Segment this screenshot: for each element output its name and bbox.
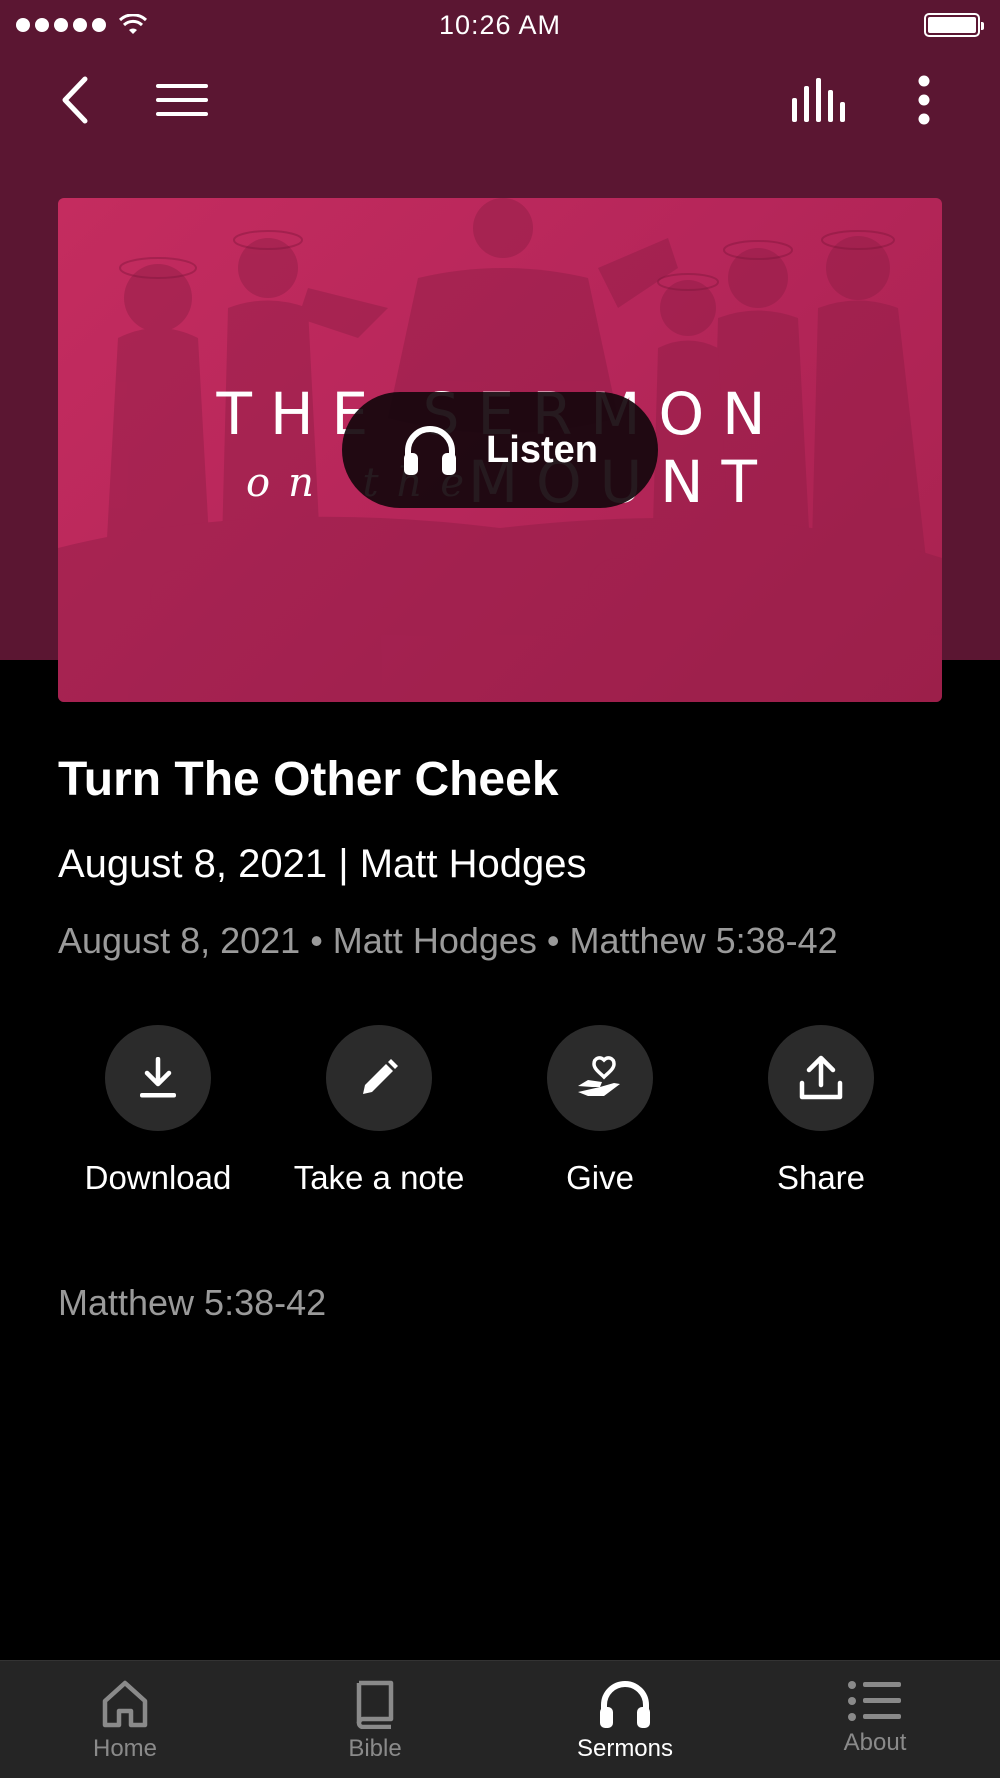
nav-bar — [0, 60, 1000, 140]
home-icon — [102, 1680, 148, 1728]
sermon-subtitle: August 8, 2021 | Matt Hodges — [58, 842, 587, 886]
tab-about[interactable]: About — [750, 1661, 1000, 1778]
share-label: Share — [776, 1159, 866, 1196]
back-button[interactable] — [34, 60, 114, 140]
list-icon — [848, 1681, 901, 1721]
scripture-reference[interactable]: Matthew 5:38-42 — [58, 1282, 326, 1324]
tab-bible-label: Bible — [348, 1735, 402, 1762]
give-circle[interactable] — [547, 1025, 653, 1131]
download-circle[interactable] — [105, 1025, 211, 1131]
take-note-circle[interactable] — [326, 1025, 432, 1131]
tab-sermons-label: Sermons — [576, 1735, 674, 1762]
take-note-label: Take a note — [293, 1159, 465, 1196]
listen-label: Listen — [486, 428, 598, 471]
share-icon — [799, 1055, 843, 1100]
pencil-icon — [363, 1059, 398, 1094]
hamburger-icon — [156, 84, 208, 116]
back-chevron-icon — [62, 76, 88, 124]
battery-icon — [924, 13, 984, 37]
headphones-icon — [600, 1681, 650, 1728]
audio-bars-icon — [792, 78, 845, 122]
action-row: Download Take a note Give Share — [58, 1025, 942, 1205]
sermon-meta: August 8, 2021 • Matt Hodges • Matthew 5… — [58, 920, 838, 961]
share-button[interactable]: Share — [721, 1025, 921, 1197]
download-icon — [140, 1057, 176, 1098]
menu-button[interactable] — [142, 60, 222, 140]
sermon-title: Turn The Other Cheek — [58, 753, 559, 806]
tab-bible[interactable]: Bible — [250, 1661, 500, 1778]
download-button[interactable]: Download — [58, 1025, 258, 1197]
tab-home-label: Home — [92, 1735, 158, 1762]
status-bar: 10:26 AM — [0, 0, 1000, 50]
listen-button[interactable]: Listen — [342, 392, 658, 508]
screen: 10:26 AM THE on Listen Turn The Other Ch… — [0, 0, 1000, 1778]
give-button[interactable]: Give — [500, 1025, 700, 1197]
tab-sermons[interactable]: Sermons — [500, 1661, 750, 1778]
book-icon — [356, 1680, 394, 1729]
take-note-button[interactable]: Take a note — [279, 1025, 479, 1197]
give-heart-hand-icon — [578, 1056, 620, 1096]
more-vertical-icon — [918, 75, 930, 125]
download-label: Download — [84, 1159, 232, 1196]
more-options-button[interactable] — [884, 60, 964, 140]
tab-about-label: About — [843, 1729, 907, 1756]
status-time: 10:26 AM — [438, 10, 562, 40]
tab-home[interactable]: Home — [0, 1661, 250, 1778]
give-label: Give — [566, 1159, 634, 1196]
tab-bar: Home Bible Sermons About — [0, 1660, 1000, 1778]
headphones-icon — [404, 426, 457, 475]
audio-player-button[interactable] — [778, 60, 858, 140]
share-circle[interactable] — [768, 1025, 874, 1131]
